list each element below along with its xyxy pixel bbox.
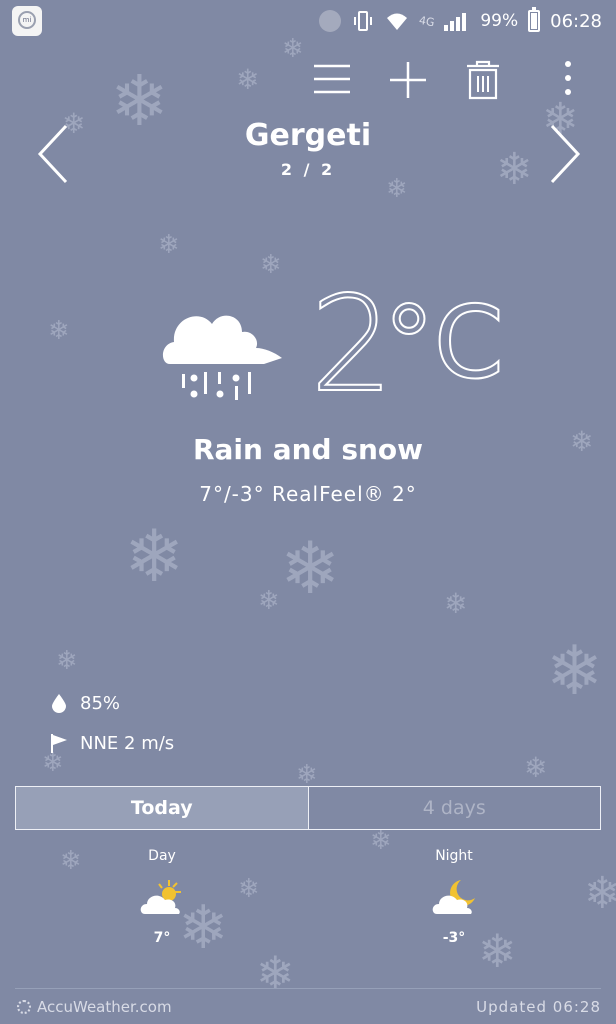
mi-notification-icon: mi <box>12 6 42 36</box>
drop-icon <box>52 694 66 713</box>
chevron-right-icon <box>550 124 581 184</box>
forecast-night: Night -3° <box>394 848 514 946</box>
status-bar: mi 4G 99% 06:28 <box>0 0 616 44</box>
updated-time: Updated 06:28 <box>476 998 601 1016</box>
snowflake-icon: ❄ <box>280 526 341 610</box>
snowflake-icon: ❄ <box>546 632 603 711</box>
night-temperature: -3° <box>442 930 466 946</box>
status-time: 06:28 <box>550 10 602 32</box>
battery-percent: 99% <box>480 11 519 31</box>
humidity-row: 85% <box>50 688 120 718</box>
flag-icon <box>51 734 67 753</box>
hi-lo-realfeel: 7°/-3° RealFeel® 2° <box>199 482 417 506</box>
wind-value: NNE 2 m/s <box>80 732 175 754</box>
rain-and-snow-icon <box>162 315 282 400</box>
forecast-day: Day 7° <box>102 848 222 946</box>
partly-sunny-icon <box>140 880 181 914</box>
accuweather-link[interactable]: AccuWeather.com <box>17 998 172 1016</box>
snowflake-icon: ❄ <box>124 514 185 598</box>
temperature-unit: °C <box>383 284 505 401</box>
bluetooth-icon <box>318 10 341 32</box>
add-city-button[interactable] <box>386 58 430 102</box>
add-icon <box>390 62 426 98</box>
vibrate-icon <box>353 11 372 31</box>
battery-icon <box>528 7 541 32</box>
next-city-button[interactable] <box>544 122 584 186</box>
forecast-tabs: Today 4 days <box>15 786 601 830</box>
tab-today[interactable]: Today <box>16 787 309 829</box>
snowflake-icon: ❄ <box>158 230 180 260</box>
snowflake-icon: ❄ <box>48 316 70 346</box>
page-indicator: 2 / 2 <box>280 160 336 179</box>
snowflake-icon: ❄ <box>56 646 78 676</box>
snowflake-icon: ❄ <box>260 250 282 280</box>
snowflake-icon: ❄ <box>524 751 548 784</box>
brand-label: AccuWeather.com <box>37 998 172 1016</box>
day-temperature: 7° <box>153 930 171 946</box>
more-options-button[interactable] <box>548 58 592 102</box>
snowflake-icon: ❄ <box>370 826 392 856</box>
weather-condition: Rain and snow <box>192 433 424 466</box>
delete-icon <box>467 60 499 100</box>
status-icons: 4G 99% 06:28 <box>318 7 602 34</box>
menu-icon <box>314 64 350 94</box>
day-label: Day <box>148 848 176 864</box>
snowflake-icon: ❄ <box>296 760 318 790</box>
snowflake-icon: ❄ <box>258 586 280 616</box>
more-icon <box>565 61 571 95</box>
snowflake-icon: ❄ <box>584 868 616 919</box>
partly-cloudy-night-icon <box>432 880 475 914</box>
delete-button[interactable] <box>461 58 505 102</box>
signal-icon <box>444 11 470 31</box>
wind-row: NNE 2 m/s <box>50 728 174 758</box>
humidity-value: 85% <box>80 692 121 714</box>
footer: AccuWeather.com Updated 06:28 <box>15 988 601 1024</box>
snowflake-icon: ❄ <box>238 874 260 904</box>
accuweather-logo-icon <box>17 1000 31 1014</box>
snowflake-icon: ❄ <box>60 846 82 876</box>
menu-button[interactable] <box>310 58 354 102</box>
snowflake-icon: ❄ <box>444 587 468 620</box>
current-temperature: 2 <box>309 268 395 422</box>
wifi-icon <box>386 13 407 30</box>
network-type-label: 4G <box>417 13 436 29</box>
snowflake-icon: ❄ <box>386 174 408 204</box>
snowflake-icon: ❄ <box>236 63 260 96</box>
tab-4-days[interactable]: 4 days <box>309 787 601 829</box>
night-label: Night <box>435 848 473 864</box>
city-name: Gergeti <box>244 118 372 153</box>
